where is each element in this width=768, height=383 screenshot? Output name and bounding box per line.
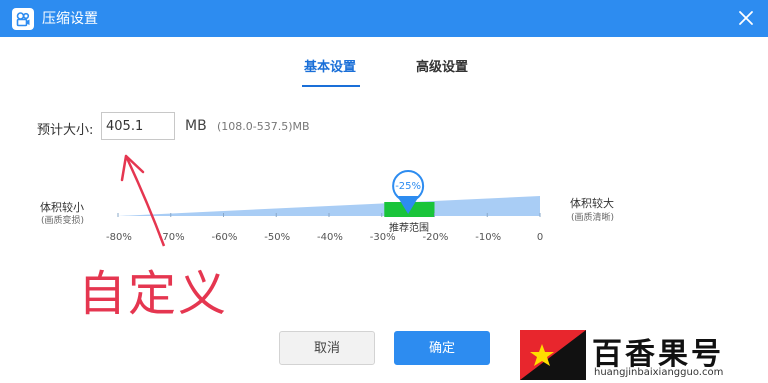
slider-tick-label: -10% [475, 232, 502, 243]
slider-tick-label: -30% [369, 232, 396, 243]
slider-tick-label: 0 [536, 232, 544, 243]
cancel-button[interactable]: 取消 [279, 331, 375, 365]
slider-current-value: -25% [395, 181, 422, 192]
watermark: 百香果号 huangjinbaixiangguo.com [516, 327, 768, 383]
ok-button[interactable]: 确定 [394, 331, 490, 365]
slider-tick-label: -40% [317, 232, 343, 243]
slider-tick-label: -60% [211, 232, 238, 243]
annotation-text: 自定义 [78, 266, 229, 322]
slider-tick-label: -70% [158, 232, 185, 243]
slider-tick-label: -20% [422, 232, 449, 243]
compression-slider[interactable]: -25% 推荐范围 -80% -70% -60% -50% -40% -30% -20% -1… [0, 0, 768, 383]
watermark-url: huangjinbaixiangguo.com [594, 367, 724, 378]
slider-svg [117, 170, 541, 217]
watermark-logo-icon [520, 330, 586, 380]
slider-tick-label: -50% [264, 232, 291, 243]
slider-tick-label: -80% [106, 232, 132, 243]
